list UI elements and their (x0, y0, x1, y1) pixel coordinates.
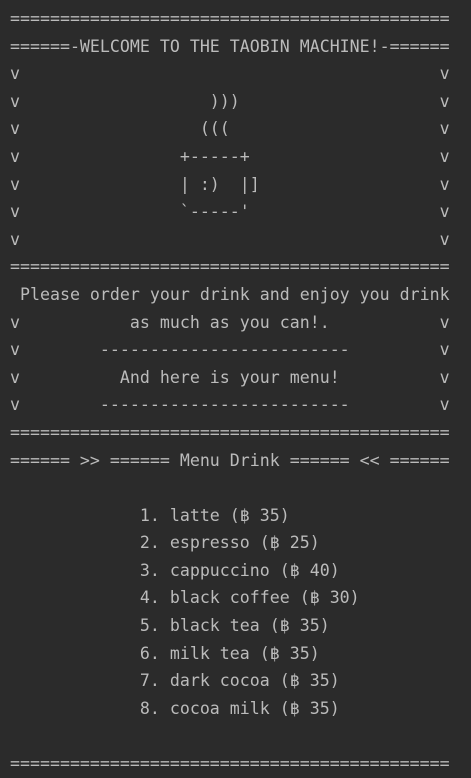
console-output: ========================================… (0, 5, 471, 778)
menu-item-latte: 1. latte (฿ 35) (10, 505, 290, 525)
ascii-art-line: v ((( v (10, 119, 450, 139)
menu-item-espresso: 2. espresso (฿ 25) (10, 533, 320, 553)
menu-item-black-tea: 5. black tea (฿ 35) (10, 616, 330, 636)
menu-item-milk-tea: 6. milk tea (฿ 35) (10, 643, 320, 663)
separator-line: ========================================… (10, 257, 450, 277)
menu-item-cappuccino: 3. cappuccino (฿ 40) (10, 560, 340, 580)
ascii-art-line: v | :) |] v (10, 174, 450, 194)
menu-item-cocoa-milk: 8. cocoa milk (฿ 35) (10, 698, 340, 718)
ascii-art-line: v v (10, 64, 450, 84)
ascii-art-line: v `-----' v (10, 202, 450, 222)
menu-header: ====== >> ====== Menu Drink ====== << ==… (10, 450, 450, 470)
separator-line: ========================================… (10, 422, 450, 442)
ascii-art-line: v v (10, 229, 450, 249)
separator-line: ========================================… (10, 9, 450, 28)
menu-item-dark-cocoa: 7. dark cocoa (฿ 35) (10, 671, 340, 691)
order-prompt-line: v as much as you can!. v (10, 312, 450, 332)
menu-intro: v And here is your menu! v (10, 367, 450, 387)
ascii-art-line: v ))) v (10, 91, 450, 111)
dash-divider: v ------------------------- v (10, 395, 450, 415)
order-prompt: Please order your drink and enjoy you dr… (10, 284, 450, 304)
menu-item-black-coffee: 4. black coffee (฿ 30) (10, 588, 360, 608)
separator-line: ========================================… (10, 754, 450, 774)
ascii-art-line: v +-----+ v (10, 146, 450, 166)
welcome-banner: ======-WELCOME TO THE TAOBIN MACHINE!-==… (10, 36, 450, 56)
dash-divider: v ------------------------- v (10, 340, 450, 360)
